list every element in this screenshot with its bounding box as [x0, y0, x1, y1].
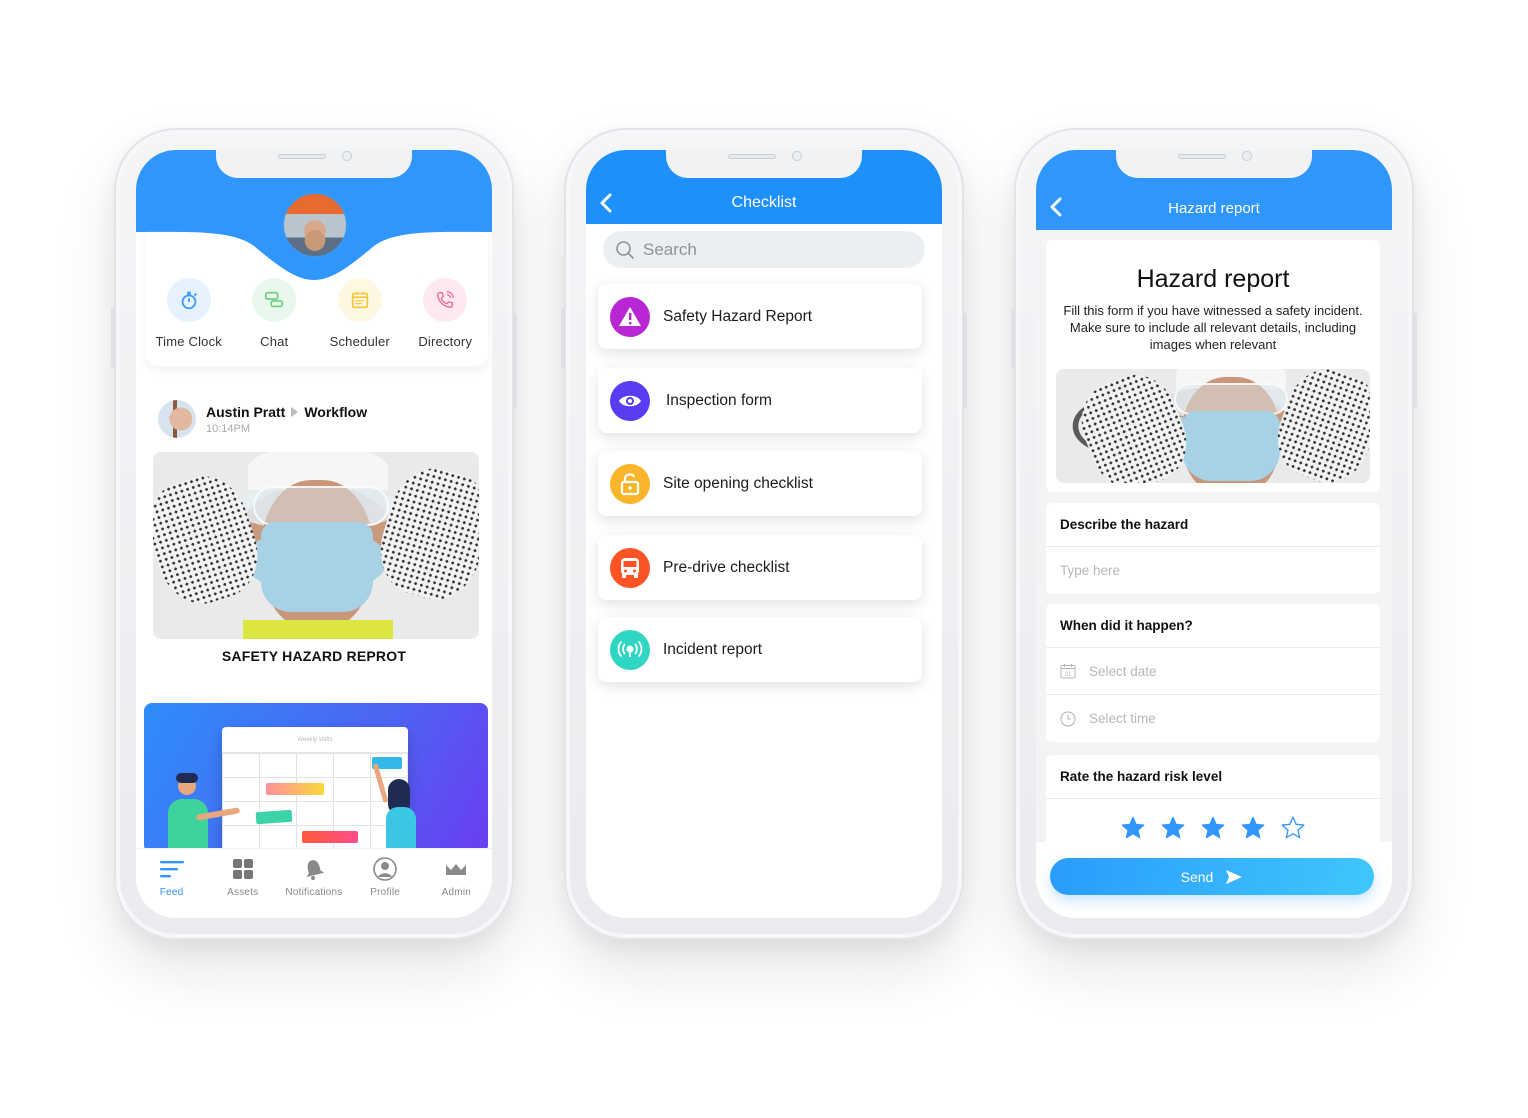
clock-icon: [1060, 710, 1076, 727]
star-rating[interactable]: [1046, 799, 1380, 841]
search-bar: [603, 231, 925, 268]
select-time-placeholder: Select time: [1089, 711, 1156, 726]
bottom-tab-bar: Feed Assets Notifications Profile Admin: [136, 848, 492, 918]
star-filled-icon[interactable]: [1200, 815, 1226, 841]
tab-notifications[interactable]: Notifications: [282, 857, 346, 918]
send-button[interactable]: Send: [1050, 858, 1374, 895]
eye-icon: [619, 395, 641, 406]
checklist-item-label: Safety Hazard Report: [663, 307, 813, 325]
tab-admin[interactable]: Admin: [424, 857, 488, 918]
phone-checklist: Checklist Safety Hazard Report Inspectio…: [561, 128, 967, 940]
post-caption: SAFETY HAZARD REPROT: [221, 648, 407, 664]
search-input[interactable]: [643, 239, 883, 260]
intro-card: Hazard report Fill this form if you have…: [1046, 240, 1380, 492]
feed-lines-icon: [159, 861, 184, 878]
post-timestamp: 10:14PM: [206, 422, 251, 435]
phone-feed: Time Clock Chat Scheduler Directory Aust…: [111, 128, 517, 940]
star-filled-icon[interactable]: [1160, 815, 1186, 841]
page-title: Hazard report: [1168, 200, 1260, 217]
describe-hazard-input[interactable]: [1060, 563, 1340, 578]
rating-label: Rate the hazard risk level: [1046, 755, 1380, 799]
tab-label: Admin: [441, 887, 472, 898]
when-label: When did it happen?: [1046, 604, 1380, 648]
grid-icon: [232, 859, 253, 879]
star-filled-icon[interactable]: [1240, 815, 1266, 841]
phone-call-icon: [437, 291, 455, 309]
quick-action-label: Scheduler: [329, 334, 390, 349]
send-bar: Send: [1036, 842, 1392, 918]
checklist-item-safety-hazard-report[interactable]: Safety Hazard Report: [598, 284, 922, 349]
checklist-item-label: Incident report: [663, 640, 763, 658]
feed-screen: Time Clock Chat Scheduler Directory Aust…: [136, 150, 492, 918]
form-background: Hazard report Fill this form if you have…: [1036, 230, 1392, 918]
select-date-field[interactable]: 31 Select date: [1046, 648, 1380, 695]
quick-action-time-clock[interactable]: Time Clock: [149, 278, 229, 349]
page-title: Checklist: [731, 194, 797, 211]
tab-label: Feed: [159, 887, 184, 898]
quick-actions: Time Clock Chat Scheduler Directory: [146, 278, 488, 349]
calendar-icon: [351, 291, 368, 309]
phone-hazard-report: Hazard report Hazard report Fill this fo…: [1011, 128, 1417, 940]
send-label: Send: [1180, 868, 1214, 885]
quick-action-directory[interactable]: Directory: [405, 278, 485, 349]
post-target[interactable]: Workflow: [304, 404, 367, 420]
quick-action-label: Chat: [260, 334, 289, 349]
shift-board-title: Weekly shifts: [222, 727, 408, 753]
post-image[interactable]: [153, 452, 479, 639]
calendar-icon: 31: [1060, 664, 1076, 679]
svg-text:31: 31: [1065, 672, 1072, 678]
checklist-item-site-opening-checklist[interactable]: Site opening checklist: [598, 451, 922, 516]
phone-notch: [1116, 150, 1312, 178]
form-title: Hazard report: [1136, 265, 1290, 293]
tab-label: Assets: [227, 887, 259, 898]
hazard-report-screen: Hazard report Hazard report Fill this fo…: [1036, 150, 1392, 918]
quick-action-scheduler[interactable]: Scheduler: [320, 278, 400, 349]
tab-assets[interactable]: Assets: [211, 857, 275, 918]
tab-feed[interactable]: Feed: [140, 857, 204, 918]
describe-hazard-label: Describe the hazard: [1046, 503, 1380, 547]
user-circle-icon: [373, 857, 397, 881]
broadcast-icon: [617, 640, 643, 657]
hazard-image[interactable]: [1056, 369, 1370, 483]
tab-label: Profile: [370, 887, 401, 898]
chat-bubbles-icon: [265, 291, 284, 308]
checklist-item-label: Site opening checklist: [663, 474, 813, 492]
when-card: When did it happen? 31 Select date Selec…: [1046, 604, 1380, 742]
crown-icon: [446, 864, 467, 875]
weekly-shifts-card[interactable]: Weekly shifts: [144, 703, 488, 853]
phone-notch: [666, 150, 862, 178]
select-date-placeholder: Select date: [1089, 663, 1157, 679]
search-icon: [616, 240, 634, 259]
warning-triangle-icon: [619, 306, 641, 326]
checklist-item-label: Inspection form: [666, 391, 772, 409]
tab-profile[interactable]: Profile: [353, 857, 417, 918]
bus-icon: [621, 557, 639, 578]
quick-action-chat[interactable]: Chat: [234, 278, 314, 349]
tab-label: Notifications: [285, 887, 343, 898]
star-filled-icon[interactable]: [1120, 815, 1146, 841]
illustration-person-right: [372, 759, 434, 853]
user-avatar[interactable]: [282, 192, 348, 258]
quick-action-label: Time Clock: [155, 334, 223, 349]
post-author[interactable]: Austin Pratt: [206, 404, 285, 420]
post-header: Austin Pratt Workflow 10:14PM: [158, 400, 367, 438]
select-time-field[interactable]: Select time: [1046, 695, 1380, 742]
paper-plane-icon: [1226, 869, 1243, 884]
bell-icon: [306, 860, 325, 880]
stopwatch-icon: [181, 291, 197, 310]
arrow-right-icon: [291, 406, 299, 417]
unlock-icon: [620, 472, 640, 495]
phone-notch: [216, 150, 412, 178]
post-author-avatar[interactable]: [158, 400, 196, 438]
checklist-item-pre-drive-checklist[interactable]: Pre-drive checklist: [598, 535, 922, 600]
checklist-item-label: Pre-drive checklist: [663, 558, 790, 576]
quick-action-label: Directory: [418, 334, 473, 349]
checklist-item-incident-report[interactable]: Incident report: [598, 617, 922, 682]
checklist-item-inspection-form[interactable]: Inspection form: [598, 368, 922, 433]
star-empty-icon[interactable]: [1280, 815, 1306, 841]
describe-hazard-card: Describe the hazard: [1046, 503, 1380, 594]
checklist-screen: Checklist Safety Hazard Report Inspectio…: [586, 150, 942, 918]
illustration-person-left: [166, 773, 241, 853]
form-description: Fill this form if you have witnessed a s…: [1063, 303, 1363, 352]
